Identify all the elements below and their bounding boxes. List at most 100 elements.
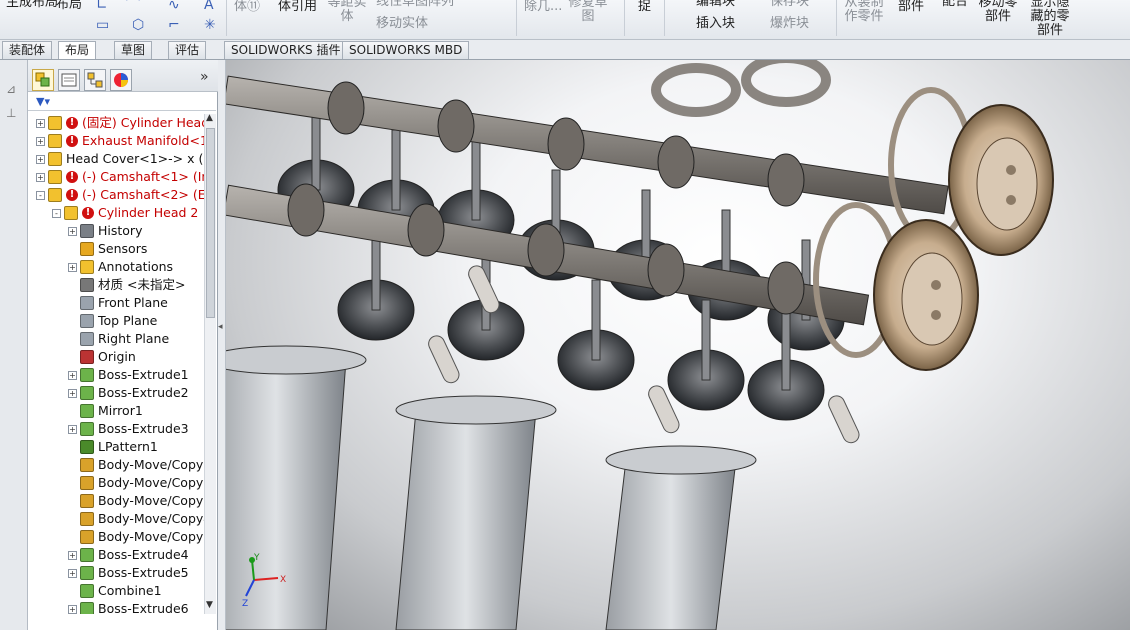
save-block-button[interactable]: 保存块 xyxy=(770,0,809,9)
tree-item[interactable]: + Head Cover<1>-> x (D xyxy=(28,150,204,168)
tree-item[interactable]: +! (-) Camshaft<1> (In xyxy=(28,168,204,186)
sketch-relations-icon[interactable]: ⊿ xyxy=(6,82,16,96)
collapse-node-icon[interactable]: - xyxy=(52,209,61,218)
line-icon[interactable]: ∟ xyxy=(96,0,108,12)
property-manager-tab-icon[interactable] xyxy=(58,69,80,91)
tree-item[interactable]: Body-Move/Copy4 xyxy=(28,510,204,528)
tree-item[interactable]: Body-Move/Copy1 xyxy=(28,456,204,474)
tree-filter-bar[interactable]: ▼▾ xyxy=(28,93,216,111)
layer-icon[interactable]: ⊥ xyxy=(6,106,16,120)
configuration-manager-tab-icon[interactable] xyxy=(84,69,106,91)
funnel-icon[interactable]: ▼▾ xyxy=(36,95,50,108)
tab-solidworks-addins[interactable]: SOLIDWORKS 插件 xyxy=(224,41,348,59)
snap-button[interactable]: 捉 xyxy=(638,0,651,14)
feature-tree: +! (固定) Cylinder Head +! Exhaust Manifold<1… xyxy=(28,114,204,614)
tab-evaluate[interactable]: 评估 xyxy=(168,41,207,59)
tree-item[interactable]: + Boss-Extrude1 xyxy=(28,366,204,384)
polygon-icon[interactable]: ⬡ xyxy=(132,18,144,32)
tab-solidworks-mbd[interactable]: SOLIDWORKS MBD xyxy=(342,41,470,59)
expand-node-icon[interactable]: + xyxy=(68,605,77,614)
collapse-panel-icon[interactable]: ◂ xyxy=(218,322,223,332)
error-icon: ! xyxy=(66,117,78,129)
linear-pattern-button[interactable]: 线性草图阵列 xyxy=(376,0,454,9)
layout-command-button[interactable]: 主成布局 xyxy=(6,0,58,10)
collapse-node-icon[interactable]: - xyxy=(36,191,45,200)
tree-item[interactable]: LPattern1 xyxy=(28,438,204,456)
expand-node-icon[interactable]: + xyxy=(68,425,77,434)
tree-item[interactable]: + Boss-Extrude2 xyxy=(28,384,204,402)
tab-layout[interactable]: 布局 xyxy=(58,41,97,59)
move-component-button[interactable]: 移动零部件 xyxy=(978,0,1018,24)
move-entity-button[interactable]: 移动实体 xyxy=(376,17,428,31)
tree-item[interactable]: Combine1 xyxy=(28,582,204,600)
expand-node-icon[interactable]: + xyxy=(68,227,77,236)
tree-item[interactable]: -! (-) Camshaft<2> (Ex xyxy=(28,186,204,204)
scrollbar-thumb[interactable] xyxy=(206,128,215,318)
expand-node-icon[interactable]: + xyxy=(68,551,77,560)
panel-expand-arrow-icon[interactable]: » xyxy=(200,69,209,85)
tree-item[interactable]: Top Plane xyxy=(28,312,204,330)
explode-block-button[interactable]: 爆炸块 xyxy=(770,17,809,31)
tree-item[interactable]: + Boss-Extrude5 xyxy=(28,564,204,582)
mate-button[interactable]: 配合 xyxy=(942,0,968,9)
tree-item-label: Boss-Extrude3 xyxy=(98,421,189,436)
tree-item-label: (固定) Cylinder Head xyxy=(82,115,204,130)
remove-relations-button[interactable]: 除几... xyxy=(524,0,562,14)
tree-item[interactable]: + Boss-Extrude6 xyxy=(28,600,204,614)
expand-node-icon[interactable]: + xyxy=(36,119,45,128)
expand-node-icon[interactable]: + xyxy=(36,173,45,182)
expand-node-icon[interactable]: + xyxy=(36,137,45,146)
expand-node-icon[interactable]: + xyxy=(68,371,77,380)
tree-item[interactable]: -! Cylinder Head 2 xyxy=(28,204,204,222)
feature-manager-tab-icon[interactable] xyxy=(32,69,54,91)
expand-node-icon[interactable]: + xyxy=(36,155,45,164)
spline-icon[interactable]: ∿ xyxy=(168,0,180,12)
tree-item[interactable]: + History xyxy=(28,222,204,240)
tab-sketch[interactable]: 草图 xyxy=(114,41,153,59)
display-manager-tab-icon[interactable] xyxy=(110,69,132,91)
convert-entity-button[interactable]: 体⑪ xyxy=(234,0,260,14)
tree-item[interactable]: Body-Move/Copy2 xyxy=(28,474,204,492)
heads-up-view-toolbar xyxy=(646,60,976,66)
tree-item[interactable]: Front Plane xyxy=(28,294,204,312)
error-icon: ! xyxy=(66,171,78,183)
tree-item[interactable]: Body-Move/Copy3 xyxy=(28,492,204,510)
move-copy-icon xyxy=(80,494,94,508)
tree-item[interactable]: Mirror1 xyxy=(28,402,204,420)
tree-item[interactable]: Origin xyxy=(28,348,204,366)
expand-node-icon[interactable]: + xyxy=(68,263,77,272)
tree-item[interactable]: + Annotations xyxy=(28,258,204,276)
expand-node-icon[interactable]: + xyxy=(68,569,77,578)
engine-valvetrain-3d-model[interactable] xyxy=(226,60,1130,630)
tree-item[interactable]: Sensors xyxy=(28,240,204,258)
tree-item[interactable]: +! Exhaust Manifold<1 xyxy=(28,132,204,150)
scroll-up-icon[interactable]: ▲ xyxy=(206,113,213,123)
arc-icon[interactable]: ⌒ xyxy=(126,0,140,12)
show-hidden-components-button[interactable]: 显示隐藏的零部件 xyxy=(1028,0,1072,38)
exhaust-pipe xyxy=(395,409,537,630)
tree-item[interactable]: + Boss-Extrude4 xyxy=(28,546,204,564)
panel-splitter[interactable]: ◂ xyxy=(218,60,226,630)
edit-block-button[interactable]: 编辑块 xyxy=(696,0,735,9)
entity-reference-button[interactable]: 体引用 xyxy=(278,0,317,14)
point-icon[interactable]: ✳ xyxy=(204,18,216,32)
tree-item[interactable]: Right Plane xyxy=(28,330,204,348)
tree-item[interactable]: +! (固定) Cylinder Head xyxy=(28,114,204,132)
repair-sketch-button[interactable]: 修复草图 xyxy=(568,0,608,24)
offset-entity-button[interactable]: 等距实体 xyxy=(326,0,368,24)
tree-item[interactable]: + Boss-Extrude3 xyxy=(28,420,204,438)
tree-item[interactable]: 材质 <未指定> xyxy=(28,276,204,294)
dimension-button[interactable]: 布局 xyxy=(56,0,82,12)
text-icon[interactable]: A xyxy=(204,0,214,12)
tree-vertical-scrollbar[interactable]: ▲ ▼ xyxy=(204,113,216,614)
graphics-viewport[interactable]: X Y Z xyxy=(226,60,1130,630)
rectangle-icon[interactable]: ▭ xyxy=(96,18,109,32)
make-part-from-block-button[interactable]: 从装制作零件 xyxy=(842,0,886,24)
fillet-icon[interactable]: ⌐ xyxy=(168,18,180,32)
components-button[interactable]: 部件 xyxy=(898,0,924,14)
expand-node-icon[interactable]: + xyxy=(68,389,77,398)
tree-item[interactable]: Body-Move/Copy5 xyxy=(28,528,204,546)
scroll-down-icon[interactable]: ▼ xyxy=(206,600,213,610)
tab-assembly[interactable]: 装配体 xyxy=(2,41,53,59)
insert-block-button[interactable]: 插入块 xyxy=(696,17,735,31)
